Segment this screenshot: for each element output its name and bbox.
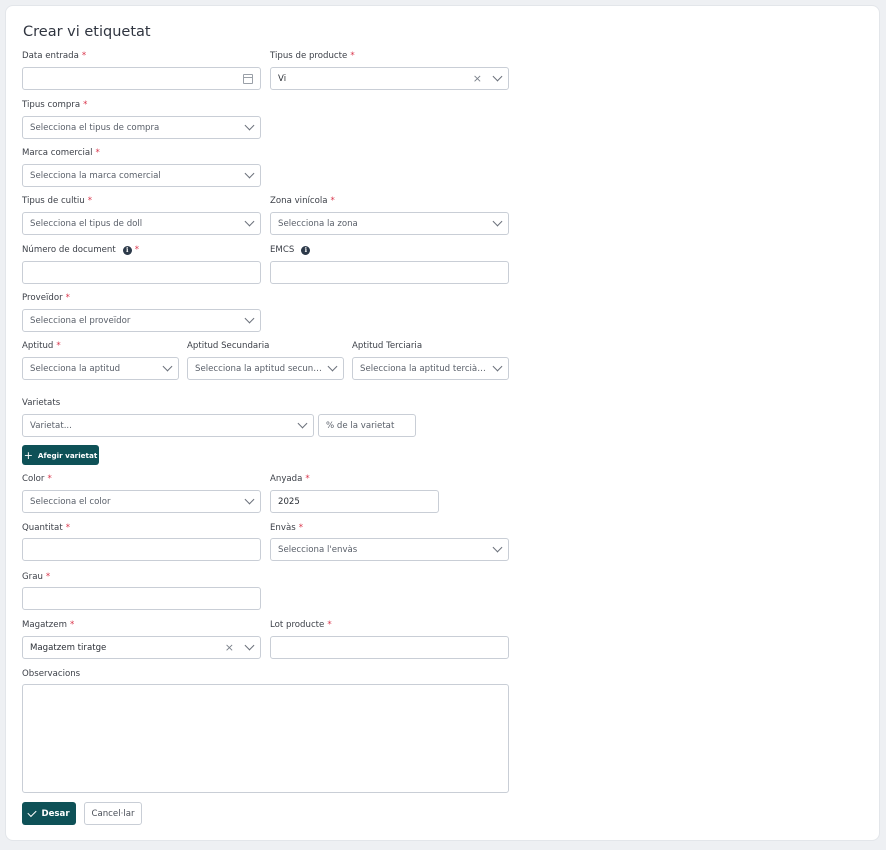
envas-select[interactable]: Selecciona l'envàs [270, 538, 509, 561]
marca-comercial-select[interactable]: Selecciona la marca comercial [22, 164, 261, 187]
aptitud-label: Aptitud * [22, 341, 61, 351]
add-varietat-button[interactable]: + Afegir varietat [22, 445, 99, 465]
chevron-down-icon[interactable] [244, 216, 255, 227]
lot-producte-field[interactable] [270, 636, 509, 659]
quantitat-field[interactable] [22, 538, 261, 561]
tipus-cultiu-label: Tipus de cultiu * [22, 196, 93, 206]
grau-field[interactable] [22, 587, 261, 610]
aptitud-secundaria-placeholder: Selecciona la aptitud secundària [195, 363, 323, 374]
chevron-down-icon[interactable] [492, 542, 503, 553]
anyada-field[interactable]: 2025 [270, 490, 439, 513]
aptitud-select[interactable]: Selecciona la aptitud [22, 357, 179, 380]
tipus-compra-select[interactable]: Selecciona el tipus de compra [22, 116, 261, 139]
tipus-producte-label: Tipus de producte * [270, 51, 355, 61]
chevron-down-icon[interactable] [492, 361, 503, 372]
anyada-value: 2025 [278, 496, 300, 507]
chevron-down-icon[interactable] [492, 216, 503, 227]
aptitud-secundaria-select[interactable]: Selecciona la aptitud secundària [187, 357, 344, 380]
tipus-compra-placeholder: Selecciona el tipus de compra [30, 122, 160, 133]
info-icon[interactable]: i [122, 245, 132, 255]
plus-icon: + [23, 448, 33, 462]
aptitud-secundaria-label: Aptitud Secundaria [187, 341, 270, 351]
aptitud-terciaria-placeholder: Selecciona la aptitud terciària [360, 363, 488, 374]
magatzem-label: Magatzem * [22, 620, 75, 630]
emcs-field[interactable] [270, 261, 509, 284]
chevron-down-icon[interactable] [244, 168, 255, 179]
varietat-select[interactable]: Varietat... [22, 414, 314, 437]
form-card: Crear vi etiquetat Data entrada * Tipus d… [5, 5, 880, 841]
save-button[interactable]: Desar [22, 802, 76, 825]
numero-document-field[interactable] [22, 261, 261, 284]
zona-vinicola-placeholder: Selecciona la zona [278, 218, 358, 229]
tipus-producte-value: Vi [278, 73, 287, 84]
cancel-button[interactable]: Cancel·lar [84, 802, 142, 825]
grau-label: Grau * [22, 572, 51, 582]
tipus-cultiu-placeholder: Selecciona el tipus de doll [30, 218, 143, 229]
zona-vinicola-label: Zona vinícola * [270, 196, 335, 206]
chevron-down-icon[interactable] [492, 71, 503, 82]
aptitud-terciaria-select[interactable]: Selecciona la aptitud terciària [352, 357, 509, 380]
magatzem-value: Magatzem tiratge [30, 642, 107, 653]
color-select[interactable]: Selecciona el color [22, 490, 261, 513]
varietat-percent-placeholder: % de la varietat [326, 420, 395, 431]
numero-document-label: Número de document i * [22, 245, 139, 255]
cancel-button-label: Cancel·lar [91, 808, 135, 819]
tipus-producte-select[interactable]: Vi × [270, 67, 509, 90]
chevron-down-icon[interactable] [244, 640, 255, 651]
aptitud-terciaria-label: Aptitud Terciaria [352, 341, 423, 351]
proveidor-placeholder: Selecciona el proveïdor [30, 315, 131, 326]
envas-label: Envàs * [270, 523, 304, 533]
check-icon [27, 807, 38, 817]
tipus-compra-label: Tipus compra * [22, 100, 88, 110]
chevron-down-icon[interactable] [327, 361, 338, 372]
add-varietat-label: Afegir varietat [37, 450, 98, 460]
chevron-down-icon[interactable] [244, 120, 255, 131]
marca-comercial-label: Marca comercial * [22, 148, 100, 158]
data-entrada-field[interactable] [22, 67, 261, 90]
marca-comercial-placeholder: Selecciona la marca comercial [30, 170, 161, 181]
magatzem-select[interactable]: Magatzem tiratge × [22, 636, 261, 659]
quantitat-label: Quantitat * [22, 523, 70, 533]
color-placeholder: Selecciona el color [30, 496, 111, 507]
chevron-down-icon[interactable] [244, 494, 255, 505]
aptitud-placeholder: Selecciona la aptitud [30, 363, 121, 374]
chevron-down-icon[interactable] [162, 361, 173, 372]
proveidor-label: Proveïdor * [22, 293, 70, 303]
observacions-textarea[interactable] [22, 684, 509, 793]
close-icon[interactable]: × [225, 642, 234, 653]
proveidor-select[interactable]: Selecciona el proveïdor [22, 309, 261, 332]
close-icon[interactable]: × [473, 73, 482, 84]
varietats-label: Varietats [22, 398, 61, 408]
varietat-percent-field[interactable]: % de la varietat [318, 414, 416, 437]
anyada-label: Anyada * [270, 474, 310, 484]
chevron-down-icon[interactable] [297, 418, 308, 429]
tipus-cultiu-select[interactable]: Selecciona el tipus de doll [22, 212, 261, 235]
color-label: Color * [22, 474, 52, 484]
save-button-label: Desar [41, 808, 70, 819]
calendar-icon[interactable] [243, 73, 253, 84]
data-entrada-label: Data entrada * [22, 51, 87, 61]
chevron-down-icon[interactable] [244, 313, 255, 324]
zona-vinicola-select[interactable]: Selecciona la zona [270, 212, 509, 235]
lot-producte-label: Lot producte * [270, 620, 332, 630]
page-title: Crear vi etiquetat [23, 24, 151, 40]
envas-placeholder: Selecciona l'envàs [278, 544, 358, 555]
varietat-placeholder: Varietat... [30, 420, 72, 431]
observacions-label: Observacions [22, 669, 81, 679]
emcs-label: EMCS i [270, 245, 311, 255]
info-icon[interactable]: i [301, 245, 311, 255]
